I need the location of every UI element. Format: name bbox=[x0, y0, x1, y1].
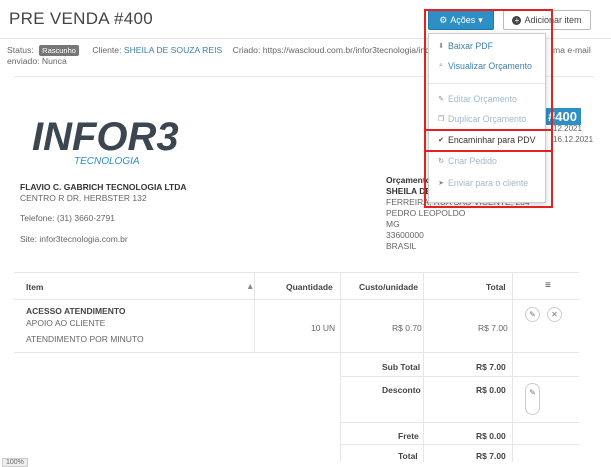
header-row-border bbox=[14, 299, 579, 300]
col-sep bbox=[512, 272, 513, 462]
highlight-box-menu bbox=[424, 9, 553, 208]
item-name: ACESSO ATENDIMENTO bbox=[26, 306, 126, 316]
close-icon: ✕ bbox=[551, 310, 558, 319]
cliente-link[interactable]: SHEILA DE SOUZA REIS bbox=[124, 45, 222, 55]
edit-discount-button[interactable]: ✎ bbox=[525, 383, 540, 415]
item-description: ATENDIMENTO POR MINUTO bbox=[26, 334, 144, 344]
row-border bbox=[340, 376, 579, 377]
cliente-label: Cliente: bbox=[92, 45, 122, 55]
status-badge: Rascunho bbox=[39, 45, 79, 56]
page-title: PRE VENDA #400 bbox=[9, 9, 154, 28]
client-zip: 33600000 bbox=[386, 230, 424, 240]
frete-value: R$ 0.00 bbox=[476, 431, 506, 441]
pencil-icon: ✎ bbox=[529, 310, 536, 319]
criado-value: https://wascloud.com.br/infor3tecnologia… bbox=[262, 45, 430, 55]
row-border bbox=[14, 352, 579, 353]
date-valid: 16.12.2021 bbox=[553, 135, 594, 144]
item-unit-cost: R$ 0.70 bbox=[392, 323, 422, 333]
zoom-indicator: 100% bbox=[2, 458, 28, 467]
enviado-status: enviado: Nunca bbox=[7, 56, 67, 66]
menu-bars-icon[interactable]: ≡ bbox=[545, 280, 551, 291]
row-border bbox=[340, 422, 579, 423]
company-address: CENTRO R DR. HERBSTER 132 bbox=[20, 193, 147, 203]
col-header-quantidade[interactable]: Quantidade bbox=[286, 282, 333, 292]
edit-item-button[interactable]: ✎ bbox=[525, 307, 540, 322]
company-name: FLAVIO C. GABRICH TECNOLOGIA LTDA bbox=[20, 182, 187, 192]
status-line: Status: Rascunho Cliente: SHEILA DE SOUZ… bbox=[7, 45, 430, 56]
highlight-box-pdv bbox=[424, 129, 553, 152]
items-table: Item ▲ Quantidade Custo/unidade Total ≡ … bbox=[14, 272, 579, 462]
col-header-item[interactable]: Item bbox=[26, 282, 43, 292]
col-sep bbox=[423, 272, 424, 462]
company-site: Site: infor3tecnologia.com.br bbox=[20, 234, 128, 244]
client-state: MG bbox=[386, 219, 400, 229]
item-description: APOIO AO CLIENTE bbox=[26, 318, 106, 328]
table-top-border bbox=[14, 272, 579, 273]
total-label: Total bbox=[398, 451, 418, 461]
item-total: R$ 7.00 bbox=[478, 323, 508, 333]
logo-subtitle: TECNOLOGIA bbox=[74, 156, 140, 167]
total-value: R$ 7.00 bbox=[476, 451, 506, 461]
email-fragment: ma e-mail bbox=[553, 45, 591, 55]
date-created: 12.2021 bbox=[553, 124, 582, 133]
subtotal-value: R$ 7.00 bbox=[476, 362, 506, 372]
row-border bbox=[340, 444, 579, 445]
company-phone: Telefone: (31) 3660-2791 bbox=[20, 213, 115, 223]
company-logo: INFOR3 TECNOLOGIA bbox=[32, 115, 179, 167]
desconto-value: R$ 0.00 bbox=[476, 385, 506, 395]
client-city: PEDRO LEOPOLDO bbox=[386, 208, 466, 218]
col-sep bbox=[340, 272, 341, 462]
criado-label: Criado: bbox=[232, 45, 261, 55]
desconto-label: Desconto bbox=[382, 385, 421, 395]
col-header-custo[interactable]: Custo/unidade bbox=[359, 282, 418, 292]
frete-label: Frete bbox=[398, 431, 419, 441]
col-header-total[interactable]: Total bbox=[486, 282, 506, 292]
item-quantity: 10 UN bbox=[311, 323, 336, 333]
client-country: BRASIL bbox=[386, 241, 417, 251]
status-label: Status: bbox=[7, 45, 34, 55]
subtotal-label: Sub Total bbox=[382, 362, 421, 372]
col-sep bbox=[254, 272, 255, 352]
remove-item-button[interactable]: ✕ bbox=[547, 307, 562, 322]
pencil-icon: ✎ bbox=[529, 388, 536, 397]
